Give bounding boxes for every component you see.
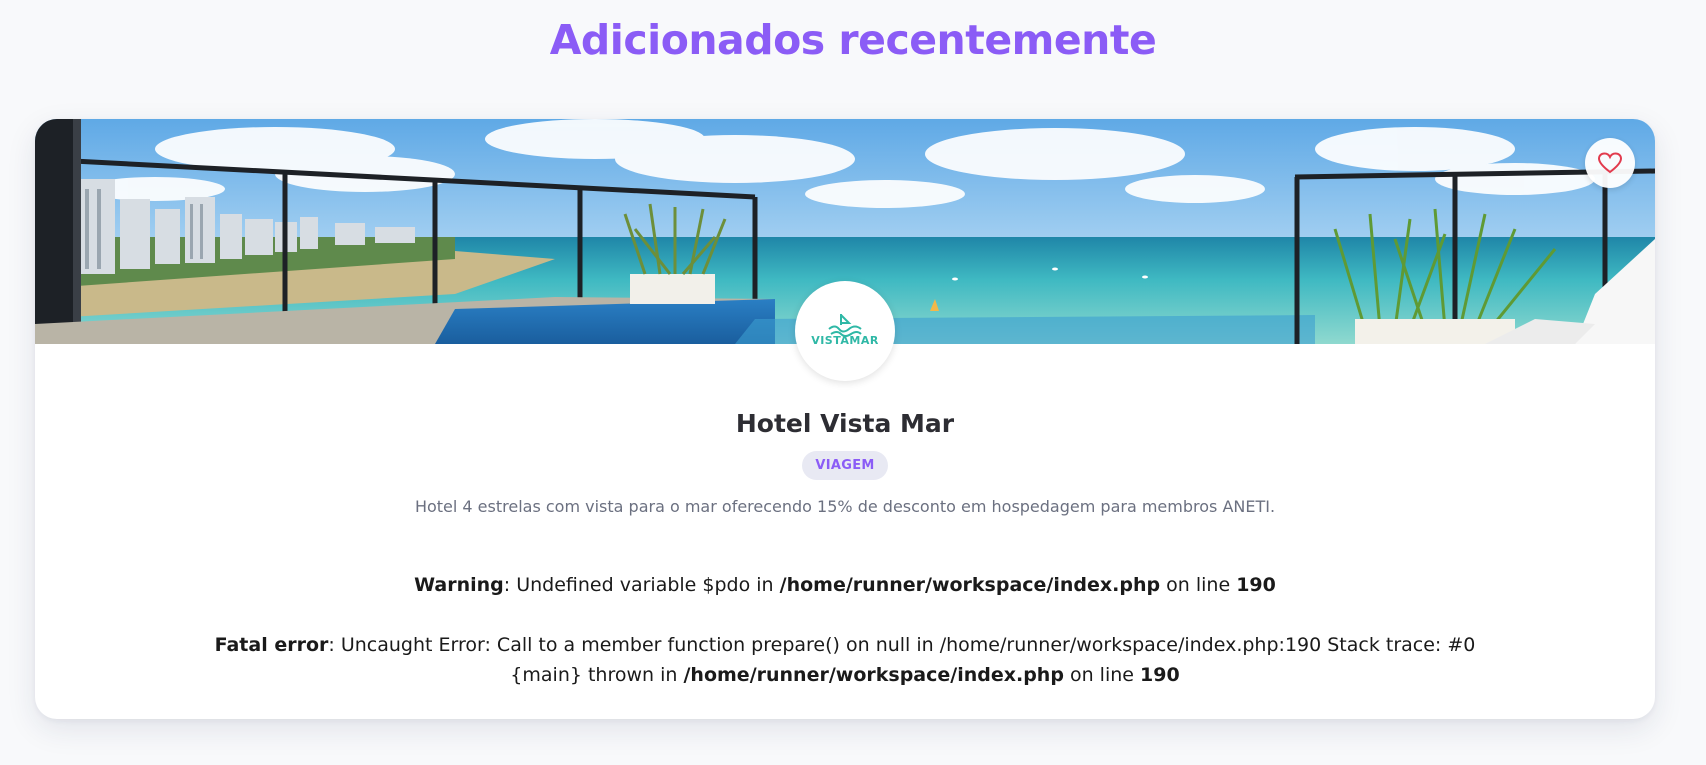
fatal-line-number: 190: [1140, 664, 1180, 686]
fatal-file: /home/runner/workspace/index.php: [683, 664, 1064, 686]
page: Adicionados recentemente VISTAMAR Hotel …: [0, 0, 1706, 765]
section-title: Adicionados recentemente: [549, 16, 1157, 64]
fatal-on-line: on line: [1063, 664, 1141, 686]
hotel-card[interactable]: VISTAMAR Hotel Vista Mar VIAGEM Hotel 4 …: [35, 119, 1655, 719]
warning-file: /home/runner/workspace/index.php: [779, 574, 1161, 596]
fatal-label: Fatal error: [214, 634, 329, 656]
php-fatal-error: Fatal error: Uncaught Error: Call to a m…: [35, 630, 1655, 690]
category-badge[interactable]: VIAGEM: [802, 451, 888, 480]
warning-message: : Undefined variable $pdo in: [503, 574, 780, 596]
warning-line-number: 190: [1236, 574, 1276, 596]
favorite-button[interactable]: [1585, 138, 1635, 188]
heart-icon: [1598, 152, 1622, 174]
logo-text: VISTAMAR: [811, 334, 879, 347]
php-warning: Warning: Undefined variable $pdo in /hom…: [35, 570, 1655, 600]
warning-label: Warning: [414, 574, 504, 596]
hotel-logo: VISTAMAR: [795, 281, 895, 381]
hotel-name[interactable]: Hotel Vista Mar: [35, 409, 1655, 438]
warning-on-line: on line: [1160, 574, 1237, 596]
hotel-description: Hotel 4 estrelas com vista para o mar of…: [414, 497, 1276, 516]
